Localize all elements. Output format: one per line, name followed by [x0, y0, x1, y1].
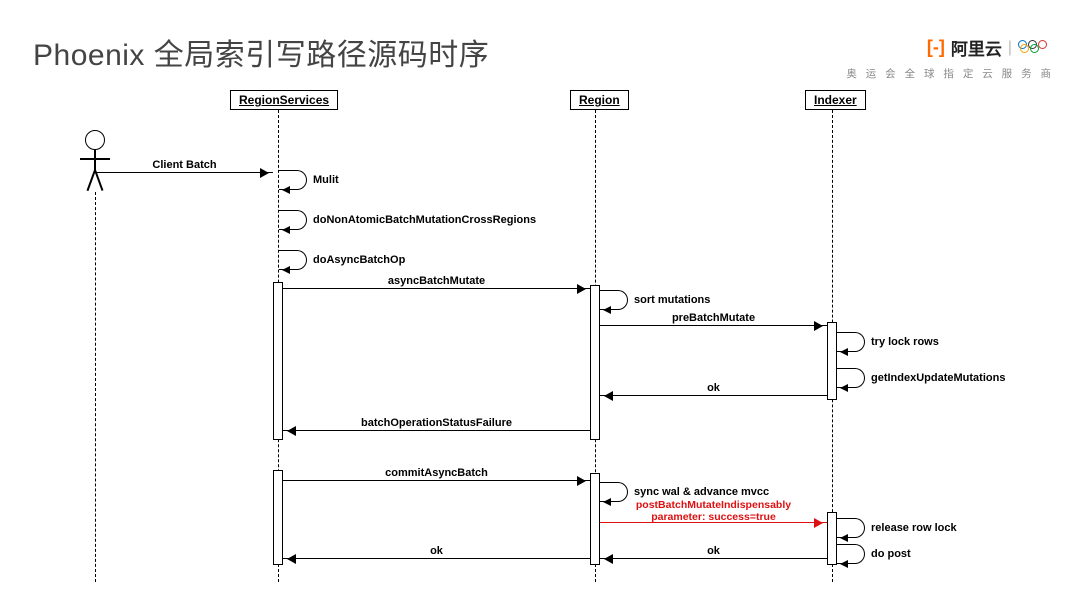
msg-batch-op-failure: batchOperationStatusFailure — [283, 430, 590, 431]
self-mulit: Mulit — [279, 170, 307, 190]
brand-block: [-] 阿里云 | 奥 运 会 全 球 指 定 云 服 务 商 — [846, 35, 1054, 81]
aliyun-bracket-icon: [-] — [927, 37, 945, 58]
olympic-rings-icon — [1018, 40, 1054, 56]
participant-indexer: Indexer — [805, 90, 866, 110]
brand-name: 阿里云 — [951, 35, 1002, 60]
participant-region: Region — [570, 90, 629, 110]
brand-tagline: 奥 运 会 全 球 指 定 云 服 务 商 — [846, 66, 1054, 81]
msg-ok-2: ok — [600, 558, 827, 559]
self-do-post: do post — [837, 544, 865, 564]
msg-post-batch-mutate: postBatchMutateIndispensablyparameter: s… — [600, 522, 827, 523]
self-release-row-lock: release row lock — [837, 518, 865, 538]
actor-lifeline — [95, 192, 96, 582]
msg-commit-async-batch: commitAsyncBatch — [283, 480, 590, 481]
actor-icon — [80, 130, 110, 192]
activation-region-services-1 — [273, 282, 283, 440]
activation-region-2 — [590, 473, 600, 565]
self-do-async-batch-op: doAsyncBatchOp — [279, 250, 307, 270]
self-sort-mutations: sort mutations — [600, 290, 628, 310]
msg-ok-1: ok — [600, 395, 827, 396]
page-title: Phoenix 全局索引写路径源码时序 — [33, 30, 489, 74]
self-try-lock-rows: try lock rows — [837, 332, 865, 352]
msg-pre-batch-mutate: preBatchMutate — [600, 325, 827, 326]
msg-ok-3: ok — [283, 558, 590, 559]
msg-client-batch: Client Batch — [96, 172, 273, 173]
sequence-diagram: RegionServices Region Indexer Client Bat… — [60, 90, 1060, 590]
brand-divider: | — [1008, 39, 1012, 57]
msg-async-batch-mutate: asyncBatchMutate — [283, 288, 590, 289]
activation-region-services-2 — [273, 470, 283, 565]
participant-region-services: RegionServices — [230, 90, 338, 110]
self-do-non-atomic: doNonAtomicBatchMutationCrossRegions — [279, 210, 307, 230]
self-get-index-update: getIndexUpdateMutations — [837, 368, 865, 388]
